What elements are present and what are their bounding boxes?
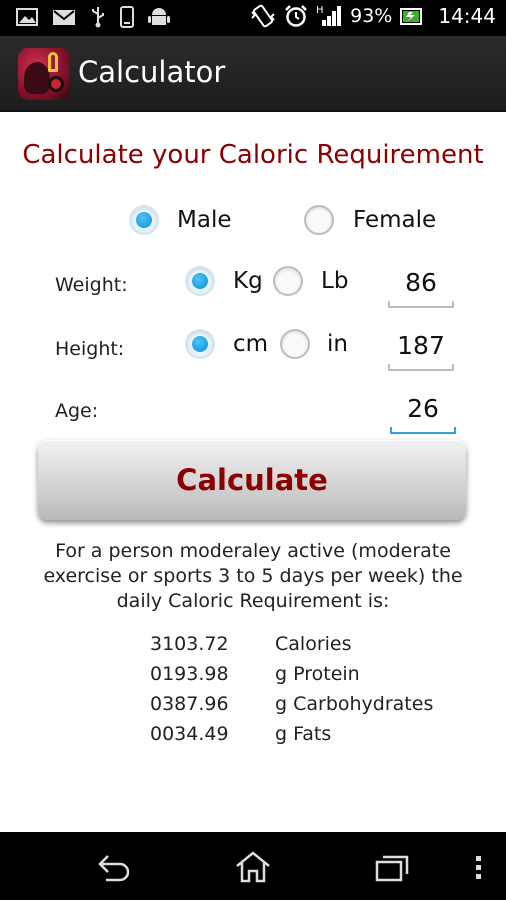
description-line: exercise or sports 3 to 5 days per week)… [43,565,463,587]
calories-value: 3103.72 [150,633,229,655]
weight-label: Weight: [55,274,128,296]
weight-kg-label: Kg [233,268,263,294]
protein-value: 0193.98 [150,663,229,685]
description-line: daily Caloric Requirement is: [116,590,390,612]
alarm-icon [284,4,308,28]
height-in-radio[interactable] [280,329,310,359]
vibrate-icon [250,4,276,28]
height-label: Height: [55,338,125,360]
clock: 14:44 [438,4,496,28]
android-icon [148,6,170,28]
battery-percent: 93% [350,5,393,27]
mail-icon [52,7,76,27]
protein-unit: g Protein [275,663,360,685]
fats-value: 0034.49 [150,723,229,745]
back-icon[interactable] [94,850,134,884]
female-label: Female [353,207,437,233]
signal-icon: H [316,4,342,28]
image-icon [16,7,38,27]
age-value: 26 [407,394,439,423]
weight-input[interactable]: 86 [388,264,454,308]
result-description: For a person moderaley active (moderate … [20,539,486,614]
male-label: Male [177,207,232,233]
weight-lb-radio[interactable] [273,266,303,296]
height-in-label: in [327,331,348,357]
device-icon [120,6,134,28]
height-cm-radio[interactable] [185,329,215,359]
height-input[interactable]: 187 [388,327,454,371]
notification-icons [16,6,170,28]
weight-value: 86 [405,268,437,297]
age-label: Age: [55,400,99,422]
female-radio[interactable] [304,205,334,235]
weight-kg-radio[interactable] [185,266,215,296]
page-heading: Calculate your Caloric Requirement [22,140,484,170]
description-line: For a person moderaley active (moderate [55,540,451,562]
height-value: 187 [397,331,445,360]
fats-unit: g Fats [275,723,332,745]
action-bar: Calculator [0,36,506,112]
battery-icon [400,5,424,27]
status-bar: H 93% 14:44 [0,0,506,36]
app-logo-icon[interactable] [18,48,70,100]
navigation-bar [0,832,506,900]
weight-lb-label: Lb [321,268,349,294]
male-radio[interactable] [129,205,159,235]
home-icon[interactable] [233,850,273,884]
system-status: H 93% 14:44 [250,4,496,28]
app-title: Calculator [78,55,226,89]
recent-apps-icon[interactable] [372,850,412,884]
height-cm-label: cm [233,331,269,357]
svg-text:H: H [316,5,324,16]
calculate-button[interactable]: Calculate [38,440,466,520]
overflow-menu-icon[interactable] [470,850,486,884]
usb-icon [90,6,106,28]
age-input[interactable]: 26 [390,390,456,434]
carbohydrates-value: 0387.96 [150,693,229,715]
calories-unit: Calories [275,633,352,655]
carbohydrates-unit: g Carbohydrates [275,693,434,715]
